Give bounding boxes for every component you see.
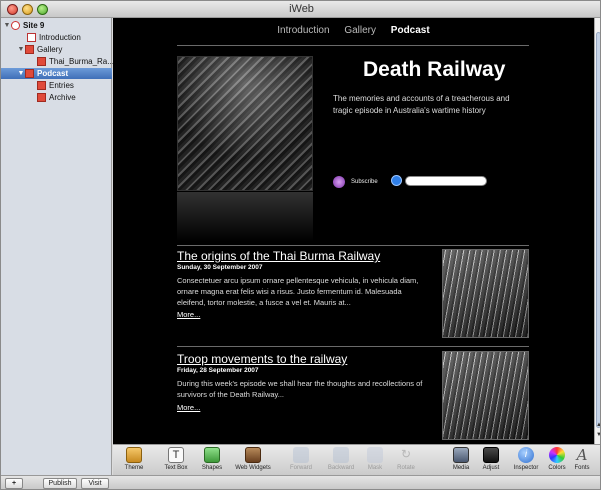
scroll-down-arrow-icon[interactable]: ▼	[595, 432, 600, 438]
text-box-icon: T	[168, 447, 184, 463]
theme-icon	[126, 447, 142, 463]
fonts-icon: A	[576, 446, 588, 464]
adjust-icon	[483, 447, 499, 463]
theme-button[interactable]: Theme	[114, 447, 154, 471]
nav-link-podcast[interactable]: Podcast	[391, 25, 430, 36]
entries-icon	[37, 81, 46, 90]
archive-icon	[37, 93, 46, 102]
toolbar-label: Shapes	[201, 465, 223, 471]
disclosure-triangle-icon[interactable]: ▼	[17, 46, 25, 53]
adjust-button[interactable]: Adjust	[471, 447, 511, 471]
shapes-icon	[204, 447, 220, 463]
sidebar-item-entries[interactable]: Entries	[37, 80, 74, 91]
subscribe-link[interactable]: Subscribe	[351, 179, 378, 185]
mask-icon	[367, 447, 383, 463]
sidebar-item-thai-burma[interactable]: Thai_Burma_Ra...	[37, 56, 114, 67]
post-image[interactable]	[442, 351, 529, 440]
bottom-bar: + Publish Visit	[1, 475, 600, 489]
iweb-window: iWeb ▼ Site 9 Introduction ▼ Gallery Tha…	[0, 0, 601, 490]
web-widgets-icon	[245, 447, 261, 463]
page-canvas[interactable]: Introduction Gallery Podcast Death Railw…	[113, 18, 594, 444]
forward-icon	[293, 447, 309, 463]
divider	[177, 45, 529, 46]
post-excerpt[interactable]: During this week's episode we shall hear…	[177, 378, 431, 400]
podcast-subscribe-icon[interactable]	[333, 176, 345, 188]
sidebar-item-label: Site 9	[23, 21, 45, 30]
rotate-button[interactable]: ↻ Rotate	[386, 447, 426, 471]
inspector-icon: i	[518, 447, 534, 463]
vertical-scrollbar[interactable]: ▲ ▼	[594, 18, 600, 444]
publish-button[interactable]: Publish	[43, 478, 77, 489]
sidebar-item-label: Gallery	[37, 45, 63, 54]
sidebar-item-introduction[interactable]: Introduction	[27, 32, 81, 43]
nav-link-gallery[interactable]: Gallery	[344, 25, 376, 36]
toolbar-label: Adjust	[482, 465, 500, 471]
fonts-button[interactable]: A Fonts	[564, 447, 600, 471]
toolbar-label: Theme	[124, 465, 144, 471]
post-title[interactable]: Troop movements to the railway	[177, 352, 347, 366]
sidebar-item-label: Podcast	[37, 69, 69, 78]
scrollbar-thumb[interactable]	[596, 32, 600, 428]
rotate-icon: ↻	[400, 447, 412, 461]
sidebar-item-site[interactable]: ▼ Site 9	[3, 20, 111, 31]
toolbar-label: Text Box	[164, 465, 188, 471]
divider	[177, 245, 529, 246]
media-icon	[453, 447, 469, 463]
sidebar-item-gallery[interactable]: ▼ Gallery	[17, 44, 62, 55]
post-image[interactable]	[442, 249, 529, 338]
post-more-link[interactable]: More...	[177, 403, 200, 412]
sidebar-item-label: Entries	[49, 81, 74, 90]
site-sidebar: ▼ Site 9 Introduction ▼ Gallery Thai_Bur…	[1, 18, 114, 475]
post-date: Sunday, 30 September 2007	[177, 264, 263, 271]
toolbar: Theme T Text Box Shapes Web Widgets Forw…	[113, 444, 600, 477]
text-box-button[interactable]: T Text Box	[156, 447, 196, 471]
scroll-up-arrow-icon[interactable]: ▲	[595, 422, 600, 428]
sidebar-item-label: Thai_Burma_Ra...	[49, 57, 114, 66]
post-excerpt[interactable]: Consectetuer arcu ipsum ornare pellentes…	[177, 275, 431, 308]
toolbar-label: Web Widgets	[235, 465, 271, 471]
page-title[interactable]: Death Railway	[363, 58, 505, 82]
title-bar: iWeb	[1, 1, 600, 18]
disclosure-triangle-icon[interactable]: ▼	[17, 70, 25, 77]
post-title[interactable]: The origins of the Thai Burma Railway	[177, 249, 380, 263]
post-more-link[interactable]: More...	[177, 310, 200, 319]
album-icon	[37, 57, 46, 66]
toolbar-label: Fonts	[574, 465, 590, 471]
sidebar-item-label: Introduction	[39, 33, 81, 42]
gallery-icon	[25, 45, 34, 54]
page-subtitle[interactable]: The memories and accounts of a treachero…	[333, 93, 529, 117]
site-navigation: Introduction Gallery Podcast	[113, 25, 594, 36]
nav-link-introduction[interactable]: Introduction	[277, 25, 329, 36]
search-icon	[391, 175, 402, 186]
divider	[177, 346, 529, 347]
toolbar-label: Rotate	[397, 465, 415, 471]
search-input[interactable]	[405, 176, 487, 186]
visit-button[interactable]: Visit	[81, 478, 109, 489]
post-date: Friday, 28 September 2007	[177, 367, 259, 374]
site-icon	[11, 21, 20, 30]
colors-icon	[549, 447, 565, 463]
hero-photo-reflection	[177, 192, 313, 242]
shapes-button[interactable]: Shapes	[192, 447, 232, 471]
page-icon	[27, 33, 36, 42]
add-page-button[interactable]: +	[5, 478, 23, 489]
disclosure-triangle-icon[interactable]: ▼	[3, 22, 11, 29]
sidebar-item-podcast[interactable]: ▼ Podcast	[1, 68, 112, 79]
forward-button[interactable]: Forward	[281, 447, 321, 471]
sidebar-item-label: Archive	[49, 93, 76, 102]
sidebar-item-archive[interactable]: Archive	[37, 92, 76, 103]
window-title: iWeb	[289, 3, 314, 15]
toolbar-label: Forward	[289, 465, 312, 471]
hero-photo[interactable]	[177, 56, 313, 191]
backward-icon	[333, 447, 349, 463]
web-widgets-button[interactable]: Web Widgets	[230, 447, 276, 471]
podcast-icon	[25, 69, 34, 78]
